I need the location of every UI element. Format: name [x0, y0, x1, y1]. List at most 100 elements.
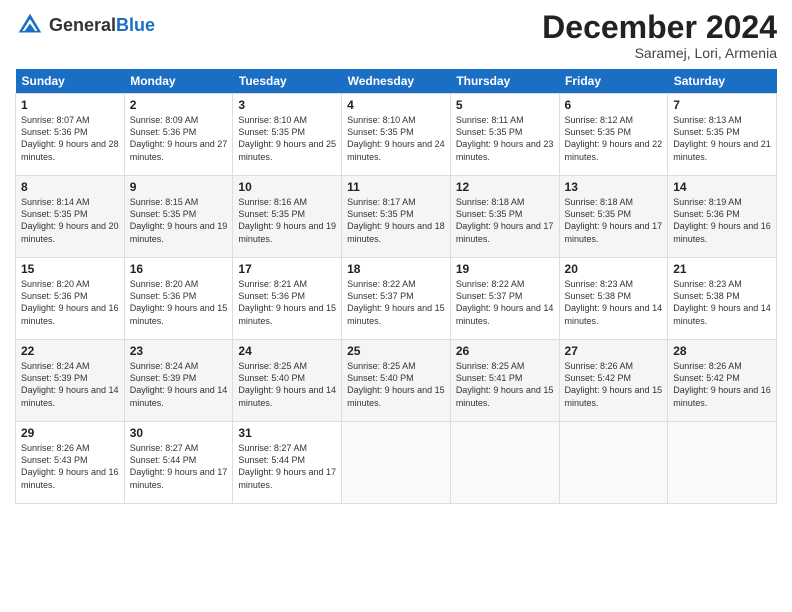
- header-wednesday: Wednesday: [342, 69, 451, 94]
- table-row: 8 Sunrise: 8:14 AMSunset: 5:35 PMDaylight…: [16, 176, 777, 258]
- day-info: Sunrise: 8:26 AMSunset: 5:43 PMDaylight:…: [21, 442, 119, 491]
- logo-icon: [15, 10, 45, 40]
- day-info: Sunrise: 8:26 AMSunset: 5:42 PMDaylight:…: [673, 360, 771, 409]
- logo: General Blue: [15, 10, 155, 40]
- day-info: Sunrise: 8:14 AMSunset: 5:35 PMDaylight:…: [21, 196, 119, 245]
- day-number: 2: [130, 98, 228, 112]
- calendar-cell: 18 Sunrise: 8:22 AMSunset: 5:37 PMDayligh…: [342, 258, 451, 340]
- day-number: 28: [673, 344, 771, 358]
- day-info: Sunrise: 8:22 AMSunset: 5:37 PMDaylight:…: [456, 278, 554, 327]
- calendar-cell: 30 Sunrise: 8:27 AMSunset: 5:44 PMDayligh…: [124, 422, 233, 504]
- day-number: 1: [21, 98, 119, 112]
- header-saturday: Saturday: [668, 69, 777, 94]
- day-number: 21: [673, 262, 771, 276]
- calendar-header-row: Sunday Monday Tuesday Wednesday Thursday…: [16, 69, 777, 94]
- calendar-cell: 24 Sunrise: 8:25 AMSunset: 5:40 PMDayligh…: [233, 340, 342, 422]
- day-number: 29: [21, 426, 119, 440]
- day-number: 18: [347, 262, 445, 276]
- calendar-cell: 27 Sunrise: 8:26 AMSunset: 5:42 PMDayligh…: [559, 340, 668, 422]
- calendar-cell: 19Sunrise: 8:22 AMSunset: 5:37 PMDayligh…: [450, 258, 559, 340]
- day-number: 27: [565, 344, 663, 358]
- table-row: 29 Sunrise: 8:26 AMSunset: 5:43 PMDayligh…: [16, 422, 777, 504]
- logo-general: General: [49, 15, 116, 36]
- calendar-cell: 12 Sunrise: 8:18 AMSunset: 5:35 PMDayligh…: [450, 176, 559, 258]
- day-info: Sunrise: 8:22 AMSunset: 5:37 PMDaylight:…: [347, 278, 445, 327]
- day-info: Sunrise: 8:20 AMSunset: 5:36 PMDaylight:…: [130, 278, 228, 327]
- title-area: December 2024 Saramej, Lori, Armenia: [542, 10, 777, 61]
- header-thursday: Thursday: [450, 69, 559, 94]
- day-info: Sunrise: 8:17 AMSunset: 5:35 PMDaylight:…: [347, 196, 445, 245]
- day-number: 15: [21, 262, 119, 276]
- calendar-cell: 10Sunrise: 8:16 AMSunset: 5:35 PMDayligh…: [233, 176, 342, 258]
- table-row: 15 Sunrise: 8:20 AMSunset: 5:36 PMDayligh…: [16, 258, 777, 340]
- calendar-cell: 17 Sunrise: 8:21 AMSunset: 5:36 PMDayligh…: [233, 258, 342, 340]
- day-info: Sunrise: 8:10 AMSunset: 5:35 PMDaylight:…: [347, 114, 445, 163]
- calendar-cell: 7Sunrise: 8:13 AMSunset: 5:35 PMDaylight…: [668, 94, 777, 176]
- day-info: Sunrise: 8:12 AMSunset: 5:35 PMDaylight:…: [565, 114, 663, 163]
- header-sunday: Sunday: [16, 69, 125, 94]
- day-info: Sunrise: 8:20 AMSunset: 5:36 PMDaylight:…: [21, 278, 119, 327]
- day-number: 4: [347, 98, 445, 112]
- calendar-cell: 31Sunrise: 8:27 AMSunset: 5:44 PMDayligh…: [233, 422, 342, 504]
- day-info: Sunrise: 8:23 AMSunset: 5:38 PMDaylight:…: [565, 278, 663, 327]
- calendar-cell: 5Sunrise: 8:11 AMSunset: 5:35 PMDaylight…: [450, 94, 559, 176]
- calendar-cell: 16Sunrise: 8:20 AMSunset: 5:36 PMDayligh…: [124, 258, 233, 340]
- day-info: Sunrise: 8:07 AMSunset: 5:36 PMDaylight:…: [21, 114, 119, 163]
- page-container: General Blue December 2024 Saramej, Lori…: [0, 0, 792, 514]
- calendar-cell: 13Sunrise: 8:18 AMSunset: 5:35 PMDayligh…: [559, 176, 668, 258]
- logo-blue: Blue: [116, 15, 155, 36]
- calendar-cell: 8 Sunrise: 8:14 AMSunset: 5:35 PMDaylight…: [16, 176, 125, 258]
- day-info: Sunrise: 8:25 AMSunset: 5:40 PMDaylight:…: [238, 360, 336, 409]
- calendar-cell: [668, 422, 777, 504]
- day-number: 9: [130, 180, 228, 194]
- day-number: 25: [347, 344, 445, 358]
- calendar-cell: 14 Sunrise: 8:19 AMSunset: 5:36 PMDayligh…: [668, 176, 777, 258]
- day-number: 30: [130, 426, 228, 440]
- day-info: Sunrise: 8:26 AMSunset: 5:42 PMDaylight:…: [565, 360, 663, 409]
- month-title: December 2024: [542, 10, 777, 45]
- day-number: 14: [673, 180, 771, 194]
- calendar-cell: 22Sunrise: 8:24 AMSunset: 5:39 PMDayligh…: [16, 340, 125, 422]
- day-info: Sunrise: 8:18 AMSunset: 5:35 PMDaylight:…: [456, 196, 554, 245]
- table-row: 22Sunrise: 8:24 AMSunset: 5:39 PMDayligh…: [16, 340, 777, 422]
- calendar-cell: 15 Sunrise: 8:20 AMSunset: 5:36 PMDayligh…: [16, 258, 125, 340]
- calendar-table: Sunday Monday Tuesday Wednesday Thursday…: [15, 69, 777, 504]
- header: General Blue December 2024 Saramej, Lori…: [15, 10, 777, 61]
- calendar-cell: 2 Sunrise: 8:09 AMSunset: 5:36 PMDaylight…: [124, 94, 233, 176]
- calendar-cell: [450, 422, 559, 504]
- day-number: 17: [238, 262, 336, 276]
- day-info: Sunrise: 8:19 AMSunset: 5:36 PMDaylight:…: [673, 196, 771, 245]
- day-number: 12: [456, 180, 554, 194]
- header-friday: Friday: [559, 69, 668, 94]
- table-row: 1 Sunrise: 8:07 AMSunset: 5:36 PMDaylight…: [16, 94, 777, 176]
- header-monday: Monday: [124, 69, 233, 94]
- day-info: Sunrise: 8:27 AMSunset: 5:44 PMDaylight:…: [238, 442, 336, 491]
- day-info: Sunrise: 8:21 AMSunset: 5:36 PMDaylight:…: [238, 278, 336, 327]
- day-info: Sunrise: 8:27 AMSunset: 5:44 PMDaylight:…: [130, 442, 228, 491]
- day-number: 3: [238, 98, 336, 112]
- calendar-cell: 20Sunrise: 8:23 AMSunset: 5:38 PMDayligh…: [559, 258, 668, 340]
- day-info: Sunrise: 8:13 AMSunset: 5:35 PMDaylight:…: [673, 114, 771, 163]
- day-number: 26: [456, 344, 554, 358]
- day-number: 8: [21, 180, 119, 194]
- calendar-cell: 25 Sunrise: 8:25 AMSunset: 5:40 PMDayligh…: [342, 340, 451, 422]
- calendar-cell: 11Sunrise: 8:17 AMSunset: 5:35 PMDayligh…: [342, 176, 451, 258]
- day-number: 13: [565, 180, 663, 194]
- day-info: Sunrise: 8:15 AMSunset: 5:35 PMDaylight:…: [130, 196, 228, 245]
- day-info: Sunrise: 8:10 AMSunset: 5:35 PMDaylight:…: [238, 114, 336, 163]
- day-number: 23: [130, 344, 228, 358]
- day-number: 24: [238, 344, 336, 358]
- day-info: Sunrise: 8:16 AMSunset: 5:35 PMDaylight:…: [238, 196, 336, 245]
- calendar-cell: 28 Sunrise: 8:26 AMSunset: 5:42 PMDayligh…: [668, 340, 777, 422]
- location-subtitle: Saramej, Lori, Armenia: [542, 45, 777, 61]
- header-tuesday: Tuesday: [233, 69, 342, 94]
- calendar-cell: 26 Sunrise: 8:25 AMSunset: 5:41 PMDayligh…: [450, 340, 559, 422]
- logo-text: General Blue: [49, 15, 155, 36]
- day-info: Sunrise: 8:25 AMSunset: 5:40 PMDaylight:…: [347, 360, 445, 409]
- day-info: Sunrise: 8:25 AMSunset: 5:41 PMDaylight:…: [456, 360, 554, 409]
- calendar-cell: 9 Sunrise: 8:15 AMSunset: 5:35 PMDaylight…: [124, 176, 233, 258]
- day-number: 6: [565, 98, 663, 112]
- day-info: Sunrise: 8:09 AMSunset: 5:36 PMDaylight:…: [130, 114, 228, 163]
- calendar-cell: 1 Sunrise: 8:07 AMSunset: 5:36 PMDaylight…: [16, 94, 125, 176]
- calendar-cell: 21Sunrise: 8:23 AMSunset: 5:38 PMDayligh…: [668, 258, 777, 340]
